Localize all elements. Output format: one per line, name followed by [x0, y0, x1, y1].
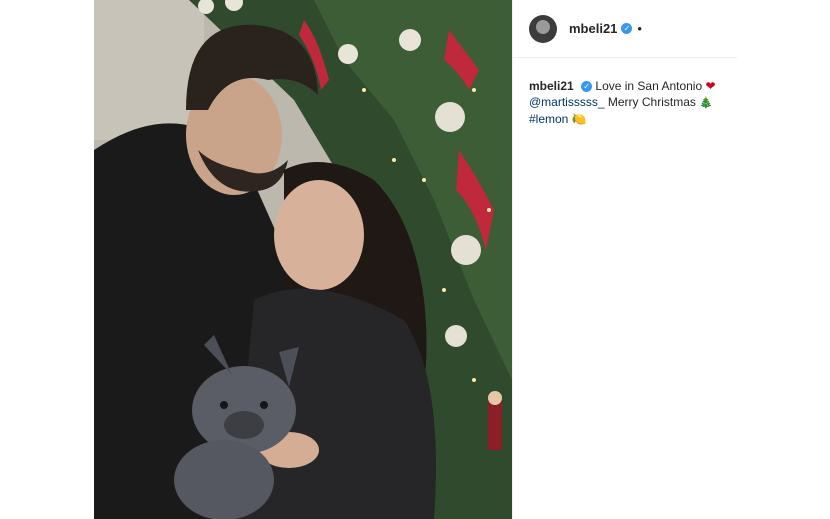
mention-link[interactable]: @martisssss_: [529, 95, 605, 109]
post-caption: mbeli21 ✓ Love in San Antonio ❤ @martiss…: [513, 58, 729, 127]
heart-emoji-icon: ❤: [705, 79, 716, 93]
christmas-tree-emoji-icon: 🎄: [699, 97, 713, 109]
caption-text-2: Merry Christmas: [607, 95, 696, 109]
instagram-post: mbeli21 ✓ • mbeli21 ✓ Love in San Antoni…: [94, 0, 737, 519]
caption-text-1: Love in San Antonio: [595, 79, 703, 93]
lemon-emoji-icon: 🍋: [571, 112, 587, 126]
header-separator: •: [637, 21, 642, 36]
avatar[interactable]: [529, 14, 557, 43]
post-header: mbeli21 ✓ •: [513, 0, 737, 58]
hashtag-link[interactable]: #lemon: [529, 112, 568, 126]
verified-badge-icon: ✓: [621, 23, 633, 34]
header-username[interactable]: mbeli21: [569, 21, 617, 36]
post-photo-image: [94, 0, 512, 519]
post-photo[interactable]: [94, 0, 512, 519]
verified-badge-icon: ✓: [581, 81, 593, 93]
post-sidebar: mbeli21 ✓ • mbeli21 ✓ Love in San Antoni…: [512, 0, 737, 519]
caption-username[interactable]: mbeli21: [529, 79, 574, 93]
